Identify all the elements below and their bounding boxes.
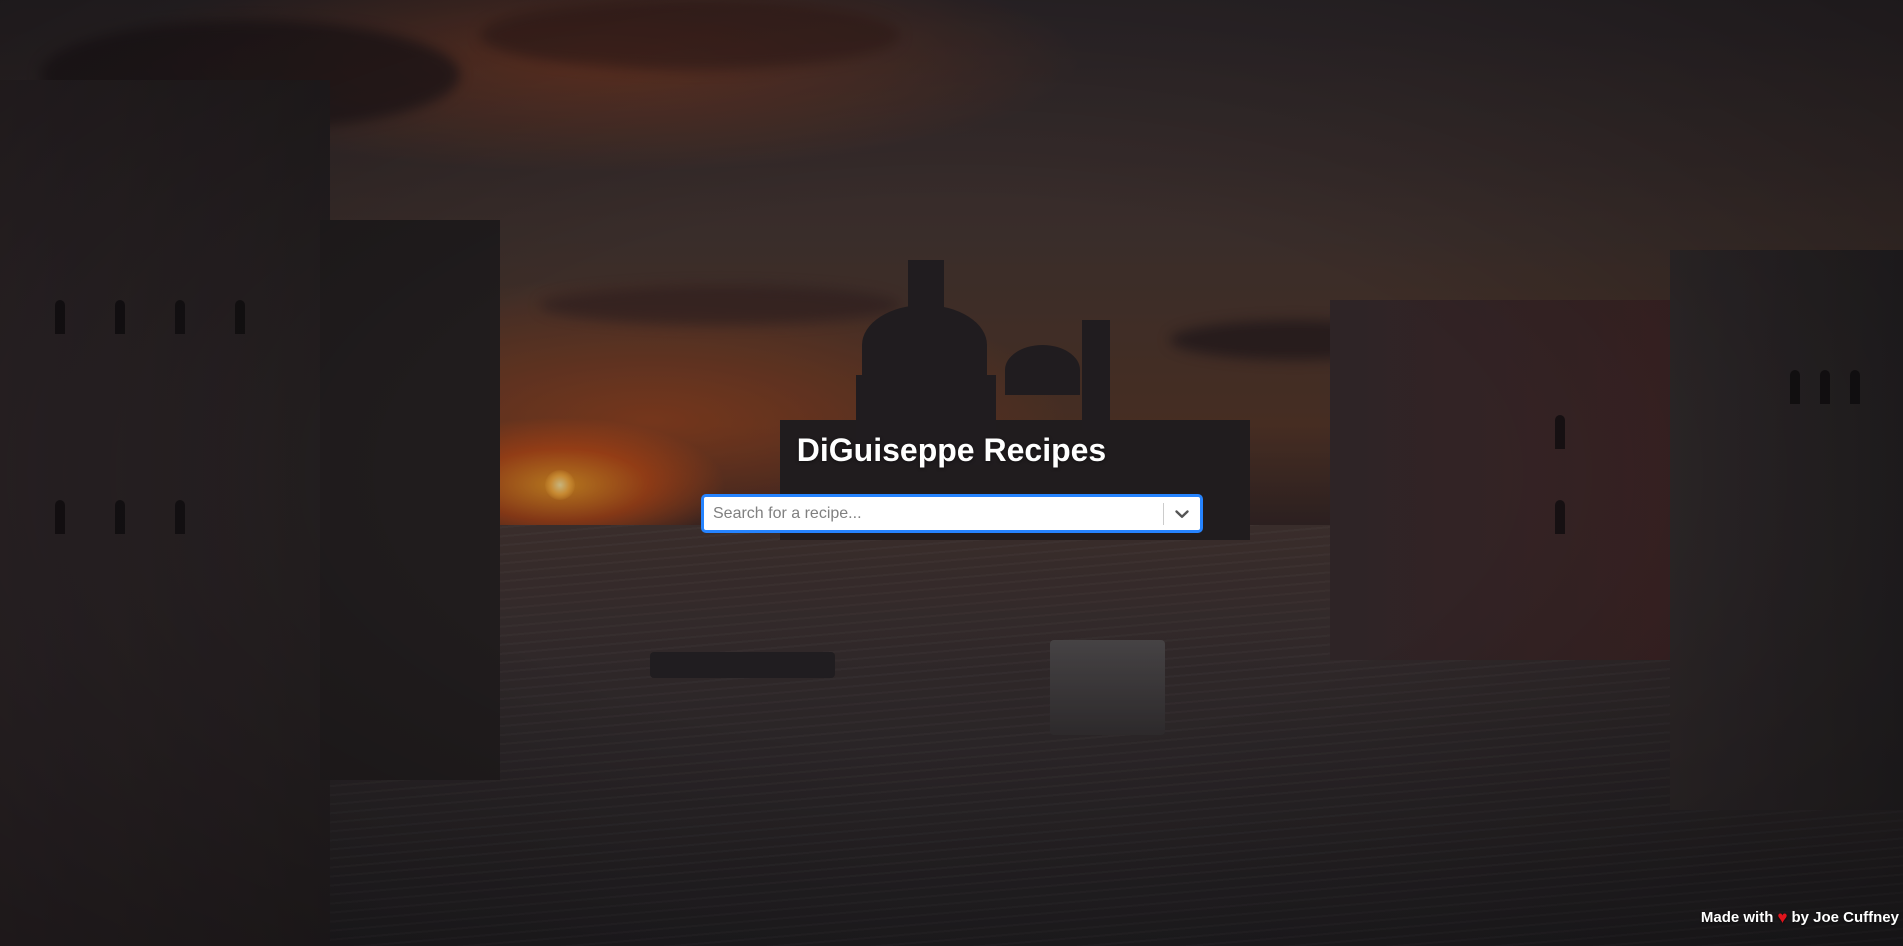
- chevron-down-icon: [1175, 509, 1189, 518]
- search-input[interactable]: [704, 497, 1163, 530]
- recipe-search-select[interactable]: [702, 495, 1202, 532]
- page-title: DiGuiseppe Recipes: [796, 432, 1107, 468]
- background-image: [0, 0, 1903, 946]
- dropdown-indicator-button[interactable]: [1164, 497, 1200, 530]
- heart-icon: ♥: [1777, 908, 1788, 927]
- footer-credit: Made with ♥ by Joe Cuffney: [1701, 909, 1899, 926]
- footer-made-with: Made with: [1700, 909, 1774, 926]
- footer-author: by Joe Cuffney: [1791, 909, 1899, 926]
